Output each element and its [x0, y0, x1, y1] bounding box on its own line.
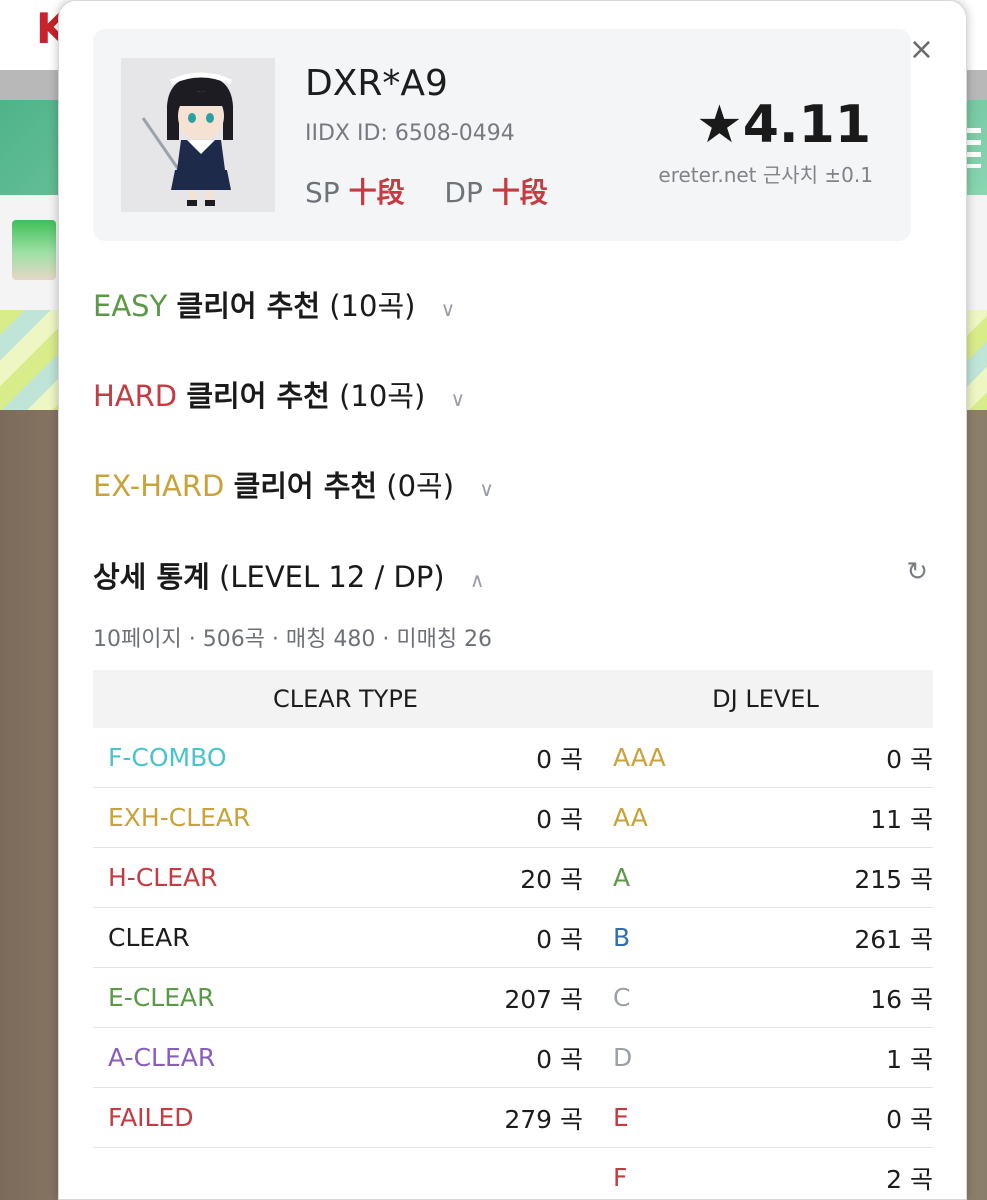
clear-type-count: 0 곡 — [536, 1044, 583, 1074]
dp-dan: 十段 — [491, 176, 548, 209]
table-row: A-CLEAR 0 곡 D 1 곡 — [93, 1028, 933, 1088]
dj-level-count: 0 곡 — [886, 744, 933, 774]
clear-type-count: 20 곡 — [520, 864, 583, 894]
dj-level-count: 0 곡 — [886, 1104, 933, 1134]
clear-type-label: FAILED — [108, 1103, 194, 1132]
dj-level-label: B — [613, 923, 631, 952]
dj-level-label: C — [613, 983, 631, 1012]
dj-level-label: F — [613, 1163, 628, 1192]
dan-ranks: SP 十段 DP 十段 — [305, 171, 548, 211]
stats-table-header: CLEAR TYPE DJ LEVEL — [93, 670, 933, 728]
sp-dan: 十段 — [348, 176, 405, 209]
stats-table: CLEAR TYPE DJ LEVEL F-COMBO 0 곡 AAA 0 곡 … — [93, 670, 933, 1199]
table-row: EXH-CLEAR 0 곡 AA 11 곡 — [93, 788, 933, 848]
chevron-down-icon[interactable]: ∨ — [479, 477, 494, 501]
easy-title: 클리어 추천 — [176, 289, 321, 323]
dj-level-count: 261 곡 — [854, 924, 933, 954]
easy-recommend-section[interactable]: EASY 클리어 추천 (10곡) ∨ — [93, 283, 455, 325]
dj-level-count: 1 곡 — [886, 1044, 933, 1074]
clear-type-count: 279 곡 — [504, 1104, 583, 1134]
stats-summary: 10페이지 · 506곡 · 매칭 480 · 미매칭 26 — [93, 627, 493, 652]
clear-type-count: 207 곡 — [504, 984, 583, 1014]
player-detail-modal: × DXR*A9 IIDX ID: 6508-0494 SP 十段 DP 十段 … — [58, 0, 967, 1200]
hard-recommend-section[interactable]: HARD 클리어 추천 (10곡) ∨ — [93, 373, 465, 415]
hard-title: 클리어 추천 — [186, 379, 330, 413]
clear-type-count: 0 곡 — [536, 804, 583, 834]
profile-card: DXR*A9 IIDX ID: 6508-0494 SP 十段 DP 十段 ★4… — [93, 29, 911, 241]
rating-value: ★4.11 — [696, 95, 871, 155]
dj-level-count: 2 곡 — [886, 1164, 933, 1194]
background-avatar — [12, 220, 56, 280]
chevron-down-icon[interactable]: ∨ — [441, 297, 456, 321]
clear-type-label: F-COMBO — [108, 743, 227, 772]
character-avatar-icon — [121, 58, 275, 212]
clear-type-count: 0 곡 — [536, 924, 583, 954]
exhard-recommend-section[interactable]: EX-HARD 클리어 추천 (0곡) ∨ — [93, 463, 494, 505]
exhard-title: 클리어 추천 — [233, 469, 378, 503]
dj-level-label: D — [613, 1043, 633, 1072]
dj-level-count: 215 곡 — [854, 864, 933, 894]
easy-count: (10곡) — [329, 289, 416, 323]
dj-level-label: AA — [613, 803, 648, 832]
sp-label: SP — [305, 176, 340, 209]
detail-stats-section[interactable]: 상세 통계 (LEVEL 12 / DP) ∧ — [93, 554, 484, 596]
avatar — [121, 58, 275, 212]
clear-type-label: CLEAR — [108, 923, 190, 952]
table-row: E-CLEAR 207 곡 C 16 곡 — [93, 968, 933, 1028]
chevron-up-icon[interactable]: ∧ — [470, 568, 485, 592]
chevron-down-icon[interactable]: ∨ — [451, 387, 466, 411]
close-icon[interactable]: × — [909, 35, 934, 65]
dj-level-header: DJ LEVEL — [712, 685, 819, 713]
dj-level-count: 11 곡 — [870, 804, 933, 834]
table-row: H-CLEAR 20 곡 A 215 곡 — [93, 848, 933, 908]
dj-level-label: AAA — [613, 743, 666, 772]
iidx-id: IIDX ID: 6508-0494 — [305, 121, 515, 146]
stats-detail: (LEVEL 12 / DP) — [219, 560, 445, 594]
clear-type-label: E-CLEAR — [108, 983, 215, 1012]
exhard-count: (0곡) — [386, 469, 455, 503]
dp-label: DP — [444, 176, 483, 209]
hard-label: HARD — [93, 379, 178, 413]
table-row: F 2 곡 — [93, 1148, 933, 1199]
clear-type-header: CLEAR TYPE — [273, 685, 418, 713]
player-name: DXR*A9 — [305, 63, 448, 104]
dj-level-label: A — [613, 863, 631, 892]
table-row: CLEAR 0 곡 B 261 곡 — [93, 908, 933, 968]
exhard-label: EX-HARD — [93, 469, 225, 503]
hard-count: (10곡) — [339, 379, 426, 413]
dj-level-label: E — [613, 1103, 629, 1132]
table-row: F-COMBO 0 곡 AAA 0 곡 — [93, 728, 933, 788]
dj-level-count: 16 곡 — [870, 984, 933, 1014]
clear-type-label: EXH-CLEAR — [108, 803, 251, 832]
table-row: FAILED 279 곡 E 0 곡 — [93, 1088, 933, 1148]
clear-type-label: A-CLEAR — [108, 1043, 216, 1072]
rating-note: ereter.net 근사치 ±0.1 — [658, 163, 873, 187]
clear-type-label: H-CLEAR — [108, 863, 218, 892]
stats-title: 상세 통계 — [93, 560, 210, 594]
refresh-icon[interactable]: ↻ — [906, 557, 928, 587]
easy-label: EASY — [93, 289, 168, 323]
clear-type-count: 0 곡 — [536, 744, 583, 774]
